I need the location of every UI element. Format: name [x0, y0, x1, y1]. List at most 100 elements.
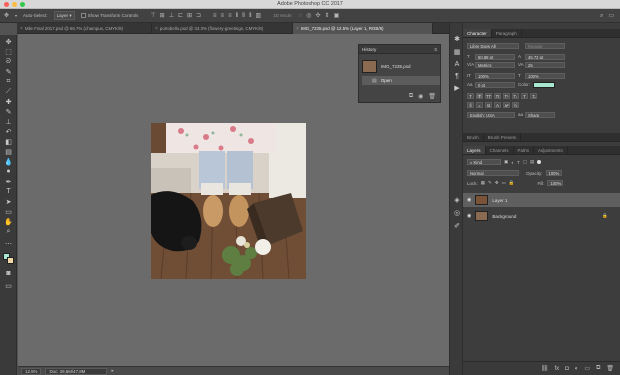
filter-type-icon[interactable]: T [517, 160, 520, 165]
font-style-select[interactable]: Regular [525, 43, 565, 49]
roll-3d-icon[interactable]: ◎ [306, 13, 311, 19]
faux-italic-button[interactable]: T [476, 93, 483, 99]
slide-3d-icon[interactable]: ⇕ [325, 13, 330, 19]
align-vcenter-icon[interactable]: ⊞ [160, 13, 165, 19]
tab-brush-presets[interactable]: Brush Presets [484, 133, 522, 141]
close-icon[interactable]: × [155, 26, 158, 32]
tab-brush[interactable]: Brush [463, 133, 484, 141]
mask-icon[interactable]: ◘ [565, 366, 569, 372]
stylistic-button[interactable]: st [485, 102, 492, 108]
adjustment-icon[interactable]: ◐ [575, 366, 579, 372]
healing-tool-icon[interactable]: ✚ [2, 97, 15, 106]
lock-transparent-icon[interactable]: ▦ [481, 180, 485, 186]
distribute-vcenter-icon[interactable]: ≡ [221, 13, 225, 19]
opacity-field[interactable]: 100% [545, 170, 562, 176]
orbit-3d-icon[interactable]: ◌ [299, 13, 303, 19]
all-caps-button[interactable]: TT [485, 93, 492, 99]
text-color-swatch[interactable] [533, 82, 555, 88]
vscale-field[interactable]: 100% [475, 73, 515, 79]
clone-stamp-tool-icon[interactable]: ⊥ [2, 117, 15, 126]
baseline-field[interactable]: 0 pt [475, 82, 515, 88]
tab-character[interactable]: Character [463, 29, 492, 37]
zoom-tool-icon[interactable]: ⌕ [2, 227, 15, 236]
eye-icon[interactable]: ◉ [467, 213, 471, 219]
lock-all-icon[interactable]: 🔒 [509, 180, 515, 186]
gradient-tool-icon[interactable]: ▤ [2, 147, 15, 156]
dodge-tool-icon[interactable]: ● [2, 167, 15, 176]
history-brush-tool-icon[interactable]: ↶ [2, 127, 15, 136]
antialias-select[interactable]: Sharp [525, 112, 555, 118]
language-select[interactable]: English: USA [467, 112, 515, 118]
auto-align-icon[interactable]: ▥ [256, 13, 262, 19]
move-tool-icon[interactable]: ✥ [4, 13, 9, 19]
zoom-field[interactable]: 12.5% [21, 367, 42, 375]
paths-panel-icon[interactable]: ✐ [452, 221, 462, 231]
blur-tool-icon[interactable]: 💧 [2, 157, 15, 166]
filter-adjust-icon[interactable]: ◐ [511, 160, 514, 165]
lasso-tool-icon[interactable]: ᘐ [2, 57, 15, 66]
marquee-tool-icon[interactable]: ⬚ [2, 47, 15, 56]
titling-button[interactable]: A [494, 102, 501, 108]
align-top-icon[interactable]: ⊤ [150, 13, 155, 19]
hscale-field[interactable]: 100% [525, 73, 565, 79]
filter-smart-icon[interactable]: ▤ [530, 159, 534, 165]
document-image[interactable] [151, 123, 306, 279]
eye-icon[interactable]: ◉ [467, 197, 471, 203]
chevron-right-icon[interactable]: ▸ [111, 368, 114, 374]
close-icon[interactable]: × [20, 26, 23, 32]
lock-artboard-icon[interactable]: ▭ [502, 180, 506, 186]
ligatures-button[interactable]: fi [467, 102, 474, 108]
lock-position-icon[interactable]: ✥ [495, 180, 499, 186]
distribute-right-icon[interactable]: ⦀ [249, 13, 252, 19]
tab-layers[interactable]: Layers [463, 146, 486, 154]
filter-pixel-icon[interactable]: ▣ [504, 159, 508, 165]
tab-paragraph[interactable]: Paragraph [492, 29, 522, 37]
distribute-hcenter-icon[interactable]: ⦀ [242, 13, 245, 19]
drag-3d-icon[interactable]: ✣ [316, 13, 321, 19]
panel-menu-icon[interactable]: ≡ [434, 47, 440, 52]
camera-icon[interactable]: ◉ [418, 93, 423, 100]
filter-shape-icon[interactable]: ▢ [523, 159, 527, 165]
font-family-select[interactable]: Libre Days All [467, 43, 519, 49]
doc-tab[interactable]: × Mile Final 2017.psd @ 66.7% (champus, C… [17, 23, 152, 34]
move-tool-icon[interactable]: ✥ [2, 37, 15, 46]
distribute-bottom-icon[interactable]: ≡ [228, 13, 232, 19]
new-layer-icon[interactable]: ⧉ [596, 365, 600, 372]
workspace-icon[interactable]: ▭ [608, 13, 614, 19]
fx-icon[interactable]: fx [554, 366, 559, 372]
kerning-field[interactable]: Metrics [475, 62, 515, 68]
quick-mask-icon[interactable]: ◙ [2, 269, 15, 278]
screen-mode-icon[interactable]: ▭ [2, 281, 15, 290]
doc-tab[interactable]: × portobello.psd @ 33.3% (flowery-greetin… [152, 23, 293, 34]
folder-icon[interactable]: ▭ [584, 365, 590, 372]
crop-tool-icon[interactable]: ⌗ [2, 77, 15, 86]
align-right-icon[interactable]: ⊐ [196, 13, 201, 19]
brush-tool-icon[interactable]: ✎ [2, 107, 15, 116]
path-select-tool-icon[interactable]: ➤ [2, 197, 15, 206]
superscript-button[interactable]: T¹ [503, 93, 510, 99]
layer-filter-select[interactable]: ⌕ Kind [467, 159, 501, 165]
layer-row[interactable]: ◉ Background 🔒 [463, 209, 620, 223]
type-tool-icon[interactable]: T [2, 187, 15, 196]
actions-icon[interactable]: ▶ [452, 83, 462, 93]
history-icon[interactable]: ▦ [452, 47, 462, 57]
eraser-tool-icon[interactable]: ◧ [2, 137, 15, 146]
show-transform-checkbox[interactable]: Show Transform Controls [80, 13, 138, 18]
gear-icon[interactable]: ✱ [452, 34, 462, 44]
underline-button[interactable]: T̲ [521, 93, 528, 99]
new-document-icon[interactable]: ⧉ [409, 93, 413, 100]
tracking-field[interactable]: 25 [525, 62, 565, 68]
subscript-button[interactable]: T₁ [512, 93, 519, 99]
ordinals-button[interactable]: aª [503, 102, 510, 108]
strikethrough-button[interactable]: T̶ [530, 93, 537, 99]
leading-field[interactable]: 45,72 pt [525, 54, 565, 60]
rectangle-tool-icon[interactable]: ▭ [2, 207, 15, 216]
chevron-down-icon[interactable]: ▾ [15, 13, 17, 19]
small-caps-button[interactable]: Tt [494, 93, 501, 99]
link-icon[interactable]: ⛓ [541, 365, 549, 372]
blend-mode-select[interactable]: Normal [467, 170, 519, 176]
doc-tab-active[interactable]: × IMG_7235.psd @ 12.5% (Layer 1, RGB/8) [293, 23, 433, 34]
trash-icon[interactable]: 🗑 [428, 93, 436, 100]
more-tools-icon[interactable]: ⋯ [2, 239, 15, 248]
swash-button[interactable]: ℴ [476, 102, 483, 108]
